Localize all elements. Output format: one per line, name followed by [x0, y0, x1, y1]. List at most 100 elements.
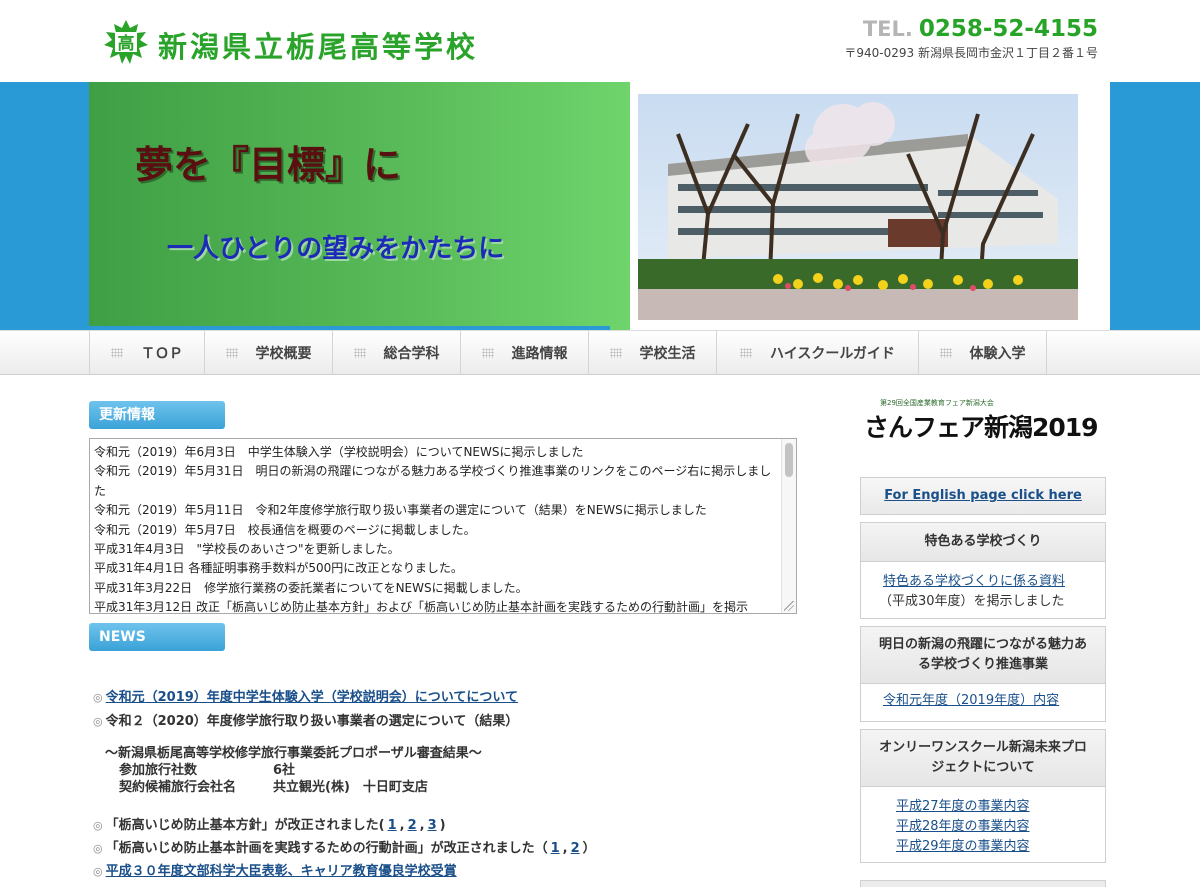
school-building-photo: [638, 94, 1078, 320]
school-emblem-icon[interactable]: 高: [102, 18, 150, 66]
news-link-plan-2[interactable]: 2: [571, 841, 580, 856]
grip-icon: [740, 348, 753, 358]
grip-icon: [609, 348, 622, 358]
news-close-paren: ): [439, 818, 446, 833]
nav-label: ＴＯＰ: [141, 346, 183, 362]
update-line: 令和元（2019）年5月11日 令和2年度修学旅行取り扱い事業者の選定について（…: [94, 503, 707, 518]
sidebar-box-title: 明日の新潟の飛躍につながる魅力ある学校づくり推進事業: [861, 627, 1105, 684]
update-line: 平成31年3月22日 修学旅行業務の委託業者についてをNEWSに掲載しました。: [94, 580, 528, 595]
english-page-box: For English page click here: [860, 477, 1106, 515]
updates-textarea[interactable]: 令和元（2019）年6月3日 中学生体験入学（学校説明会）についてNEWSに掲示…: [89, 438, 797, 614]
news-link-policy-1[interactable]: 1: [388, 818, 397, 833]
news-item: ◎ 令和元（2019）年度中学生体験入学（学校説明会）についてについて: [93, 686, 518, 705]
news-item: ◎ 令和２（2020）年度修学旅行取り扱い事業者の選定について（結果）: [93, 710, 518, 729]
school-name[interactable]: 新潟県立栃尾高等学校: [158, 24, 478, 66]
sanfair-banner[interactable]: 第29回全国産業教育フェア新潟大会 さんフェア新潟2019: [864, 398, 1099, 448]
news-text-travel-selection: 令和２（2020）年度修学旅行取り扱い事業者の選定について（結果）: [105, 714, 519, 729]
site-header: 高 新潟県立栃尾高等学校 TEL. 0258-52-4155 〒940-0293 …: [0, 0, 1200, 82]
news-text-bullying-plan: 「栃高いじめ防止基本計画を実践するための行動計画」が改正されました（: [105, 841, 548, 856]
tel-prefix: TEL.: [862, 17, 913, 41]
only-one-h29-link[interactable]: 平成29年度の事業内容: [896, 839, 1030, 854]
bullet-icon: ◎: [93, 691, 103, 704]
nav-label: 体験入学: [969, 346, 1026, 362]
news-link-plan-1[interactable]: 1: [551, 841, 560, 856]
news-close-paren: ）: [582, 841, 596, 856]
only-one-h27-link[interactable]: 平成27年度の事業内容: [896, 799, 1030, 814]
hero-banner: 夢を『目標』に 一人ひとりの望みをかたちに: [0, 82, 1200, 330]
grip-icon: [111, 348, 123, 358]
news-text-bullying-policy: 「栃高いじめ防止基本方針」が改正されました(: [105, 818, 385, 833]
grip-icon: [225, 348, 238, 358]
sanfair-title: さんフェア新潟2019: [864, 413, 1099, 442]
grip-icon: [353, 348, 366, 358]
news-link-policy-3[interactable]: 3: [428, 818, 437, 833]
hero-inner: 夢を『目標』に 一人ひとりの望みをかたちに: [89, 82, 1110, 330]
english-page-link[interactable]: For English page click here: [884, 488, 1082, 503]
update-line: 平成31年4月3日 "学校長のあいさつ"を更新しました。: [94, 542, 400, 557]
unique-school-doc-link[interactable]: 特色ある学校づくりに係る資料: [883, 574, 1065, 589]
news-item: ◎ 平成３０年度文部科学大臣表彰、キャリア教育優良学校受賞: [93, 860, 457, 879]
news-link-policy-2[interactable]: 2: [408, 818, 417, 833]
news-label: NEWS: [89, 623, 225, 651]
address: 〒940-0293 新潟県長岡市金沢１丁目２番１号: [844, 46, 1098, 60]
nav-school-overview[interactable]: 学校概要: [204, 331, 332, 375]
nav-label: ハイスクールガイド: [770, 346, 895, 362]
slogan-main: 夢を『目標』に: [135, 142, 402, 187]
nav-highschool-guide[interactable]: ハイスクールガイド: [716, 331, 918, 375]
news-sep: ,: [419, 818, 425, 833]
update-line: 平成31年3月12日 改正「栃高いじめ防止基本方針」および「栃高いじめ防止基本計…: [94, 600, 748, 614]
only-one-h28-link[interactable]: 平成28年度の事業内容: [896, 819, 1030, 834]
grip-icon: [481, 348, 494, 358]
sidebar-box-next: [860, 880, 1106, 887]
nav-label: 進路情報: [511, 346, 568, 362]
news-link-trial-admission[interactable]: 令和元（2019）年度中学生体験入学（学校説明会）についてについて: [106, 690, 518, 705]
update-line: 平成31年4月1日 各種証明事務手数料が500円に改正となりました。: [94, 561, 463, 576]
news-item: ◎ 「栃高いじめ防止基本計画を実践するための行動計画」が改正されました（ 1, 2）: [93, 837, 596, 856]
bullet-icon: ◎: [93, 715, 103, 728]
sidebar-box-niigata-project: 明日の新潟の飛躍につながる魅力ある学校づくり推進事業 令和元年度（2019年度）…: [860, 626, 1106, 722]
tel-number: 0258-52-4155: [918, 16, 1098, 42]
nav-trial-admission[interactable]: 体験入学: [918, 331, 1046, 375]
update-line: 令和元（2019）年5月7日 校長通信を概要のページに掲載しました。: [94, 522, 476, 537]
tel-line: TEL. 0258-52-4155: [863, 16, 1098, 42]
bullet-icon: ◎: [93, 865, 103, 878]
bullet-icon: ◎: [93, 842, 103, 855]
scrollbar-thumb[interactable]: [785, 443, 793, 477]
hero-slogan-panel: 夢を『目標』に 一人ひとりの望みをかたちに: [89, 82, 630, 330]
sidebar-box-body: 平成27年度の事業内容 平成28年度の事業内容 平成29年度の事業内容: [861, 787, 1105, 864]
news-item: ◎ 「栃高いじめ防止基本方針」が改正されました(1, 2, 3): [93, 814, 446, 833]
nav-school-life[interactable]: 学校生活: [588, 331, 716, 375]
nav-label: 総合学科: [383, 346, 440, 362]
bullet-icon: ◎: [93, 819, 103, 832]
sidebar-box-body: 令和元年度（2019年度）内容: [861, 684, 1105, 718]
nav-career-info[interactable]: 進路情報: [460, 331, 588, 375]
grip-icon: [939, 348, 952, 358]
niigata-project-link[interactable]: 令和元年度（2019年度）内容: [883, 693, 1059, 708]
update-line: 令和元（2019）年5月31日 明日の新潟の飛躍につながる魅力ある学校づくり推進…: [94, 464, 772, 498]
nav-divider: [1046, 331, 1047, 375]
updates-label: 更新情報: [89, 401, 225, 429]
news-sub-label: 契約候補旅行会社名: [119, 780, 237, 795]
nav-top[interactable]: ＴＯＰ: [89, 331, 204, 375]
nav-general-course[interactable]: 総合学科: [332, 331, 460, 375]
news-sep: ,: [562, 841, 568, 856]
main-nav: ＴＯＰ 学校概要 総合学科 進路情報 学校生活 ハイスクールガイド 体験入学: [0, 330, 1200, 375]
nav-label: 学校概要: [255, 346, 312, 362]
updates-scrollbar[interactable]: [781, 439, 796, 613]
resize-grip-icon[interactable]: [784, 601, 794, 611]
emblem-char: 高: [118, 33, 135, 54]
news-link-career-award[interactable]: 平成３０年度文部科学大臣表彰、キャリア教育優良学校受賞: [106, 864, 457, 879]
updates-text: 令和元（2019）年6月3日 中学生体験入学（学校説明会）についてNEWSに掲示…: [94, 443, 778, 614]
nav-label: 学校生活: [639, 346, 696, 362]
slogan-sub: 一人ひとりの望みをかたちに: [167, 234, 505, 264]
sidebar-box-only-one-school: オンリーワンスクール新潟未来プロジェクトについて 平成27年度の事業内容 平成2…: [860, 729, 1106, 863]
update-line: 令和元（2019）年6月3日 中学生体験入学（学校説明会）についてNEWSに掲示…: [94, 445, 584, 459]
sidebar-box-title: 特色ある学校づくり: [861, 523, 1105, 562]
news-sub-value: 共立観光(株) 十日町支店: [273, 780, 428, 795]
unique-school-note: （平成30年度）を掲示しました: [879, 594, 1065, 609]
sidebar-box-unique-school: 特色ある学校づくり 特色ある学校づくりに係る資料 （平成30年度）を掲示しました: [860, 522, 1106, 619]
sanfair-small-text: 第29回全国産業教育フェア新潟大会: [880, 399, 994, 407]
sidebar-box-title: オンリーワンスクール新潟未来プロジェクトについて: [861, 730, 1105, 787]
news-sep: ,: [399, 818, 405, 833]
sidebar-box-body: 特色ある学校づくりに係る資料 （平成30年度）を掲示しました: [861, 562, 1105, 619]
